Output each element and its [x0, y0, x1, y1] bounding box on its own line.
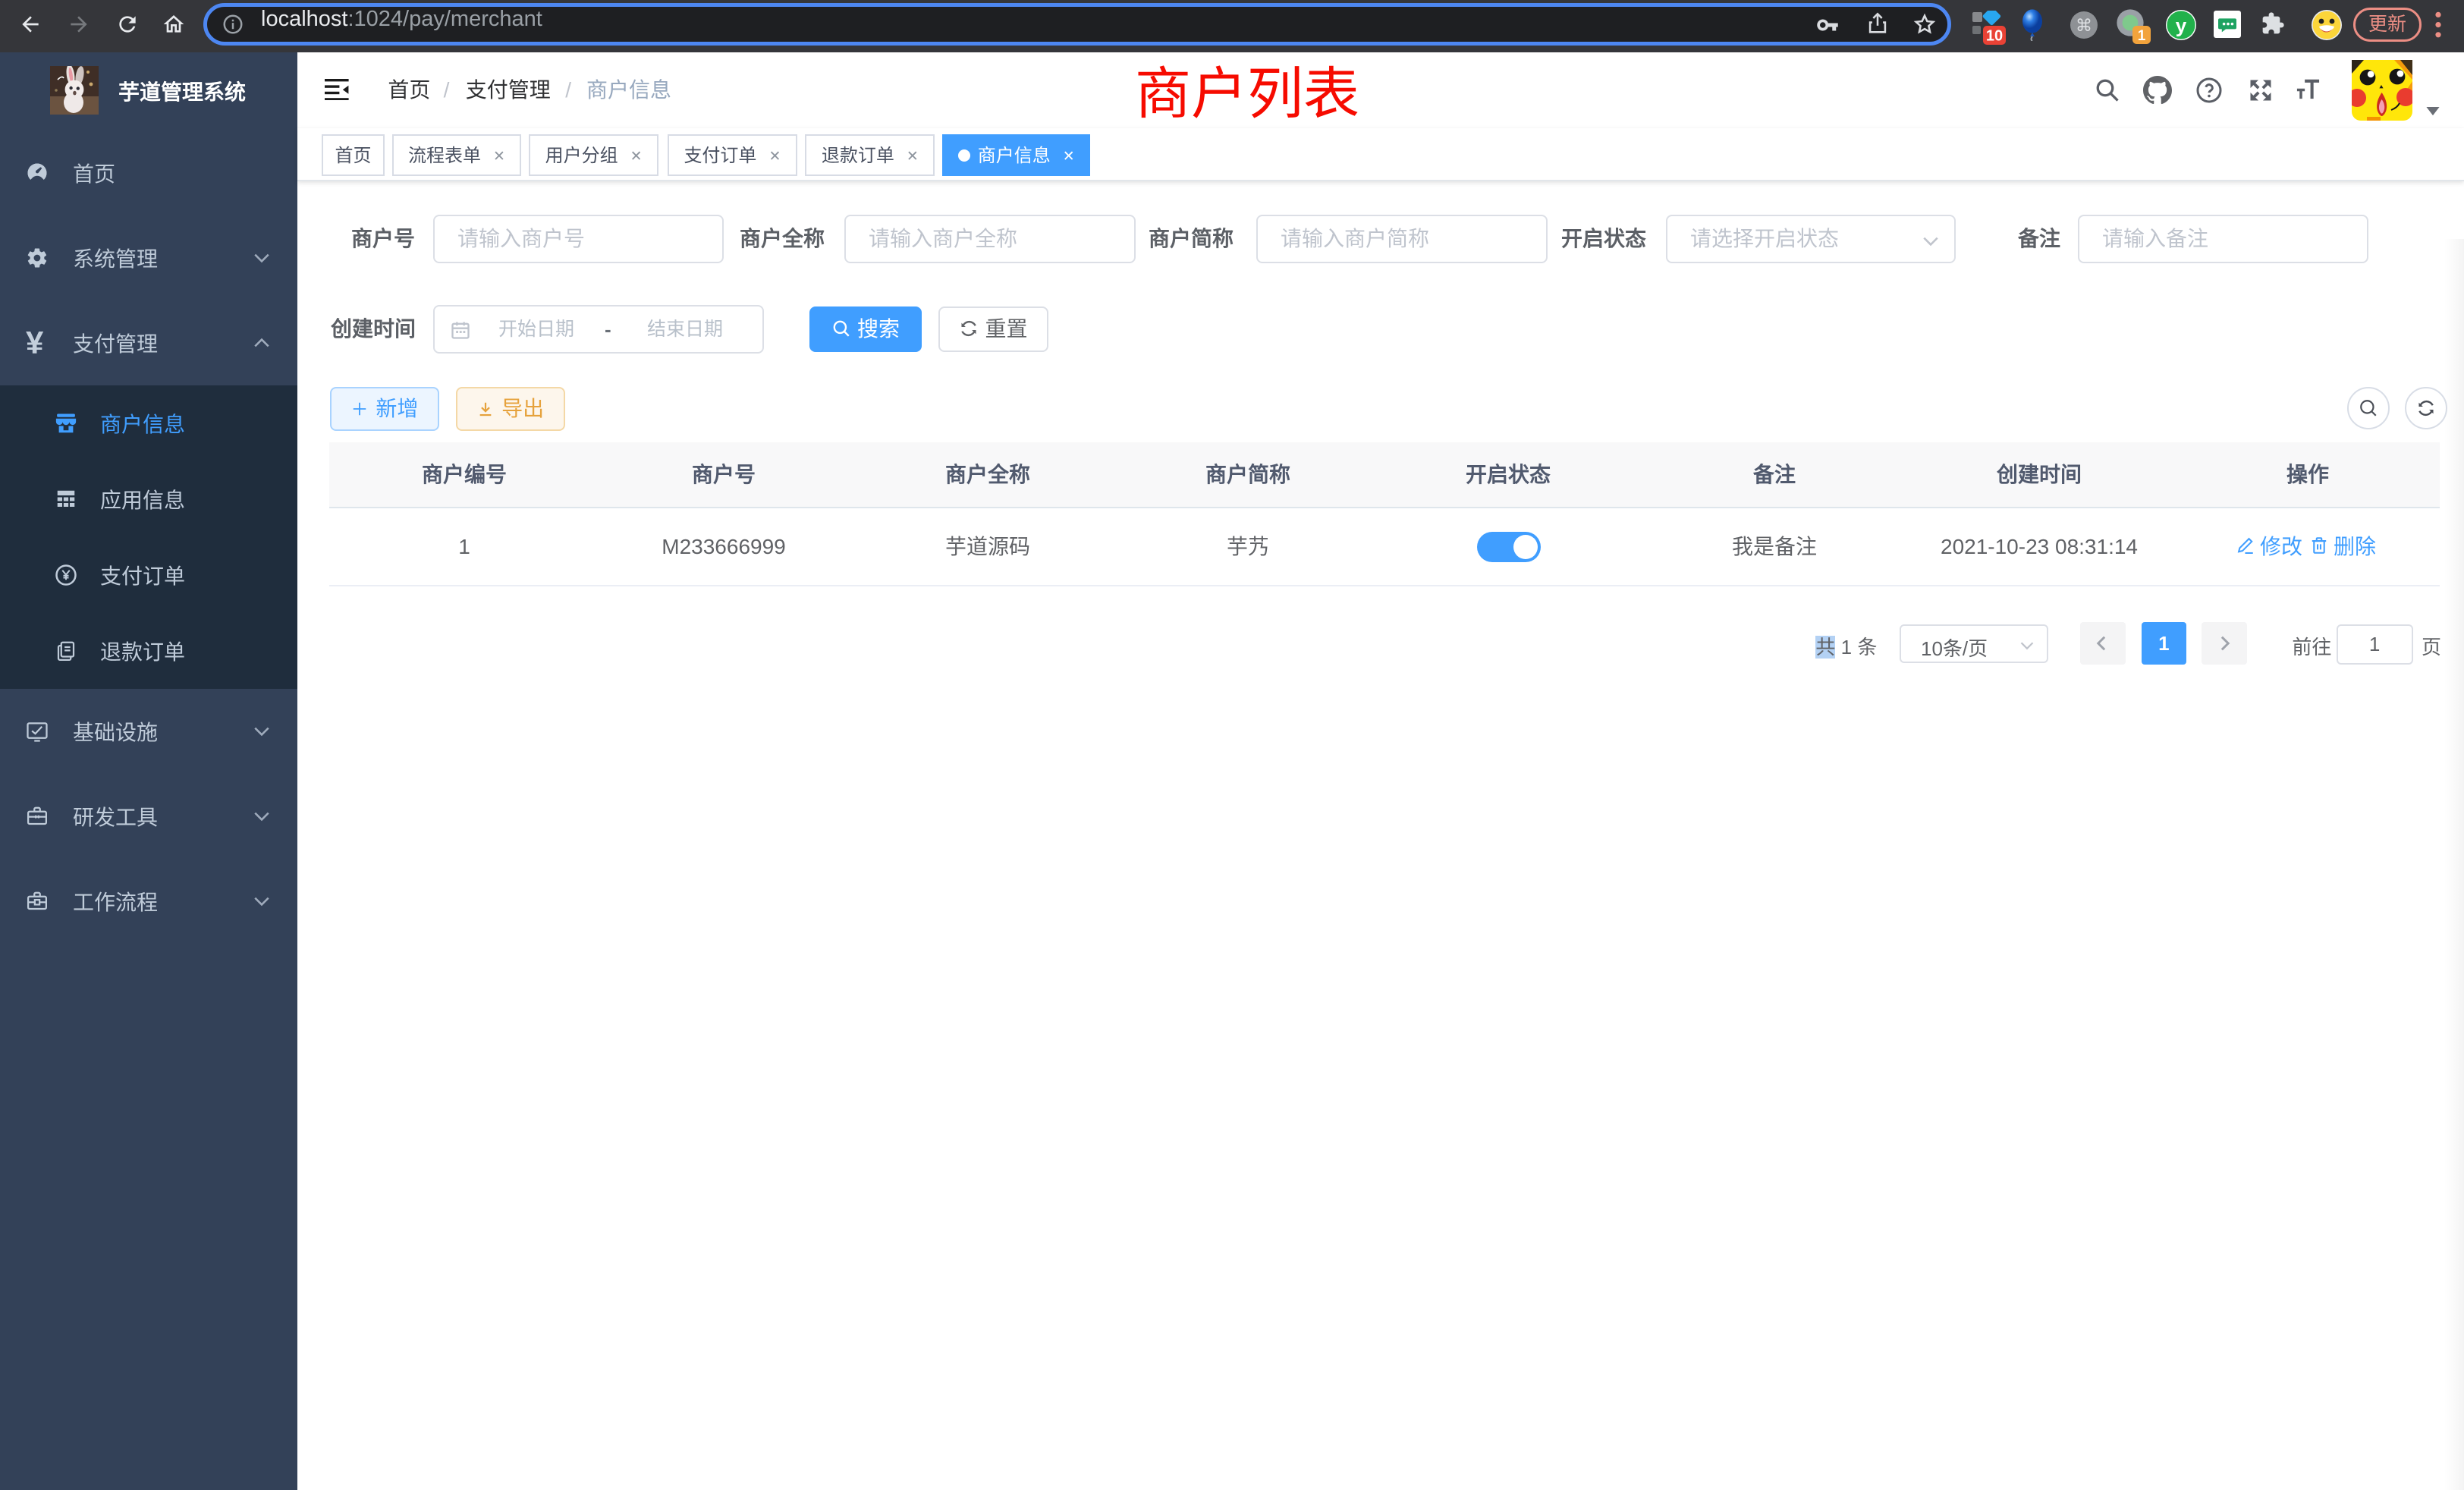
svg-text:y: y [2176, 14, 2187, 36]
svg-text:⌘: ⌘ [2076, 16, 2092, 35]
svg-text:10: 10 [1986, 28, 2003, 45]
svg-text:1: 1 [2138, 28, 2146, 44]
